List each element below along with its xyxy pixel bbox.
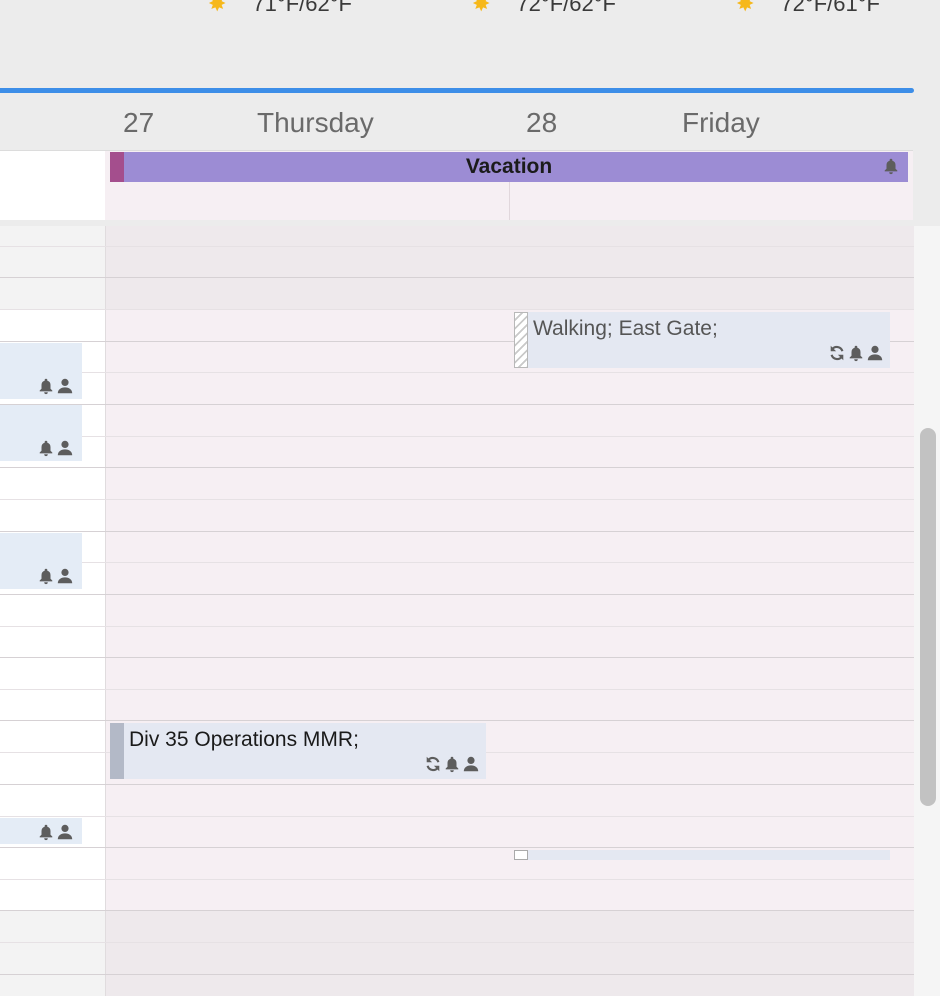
attendees-icon xyxy=(56,377,74,395)
hour-line xyxy=(0,657,914,658)
sun-icon: ✸ xyxy=(472,0,491,16)
attendees-icon xyxy=(56,567,74,585)
bell-icon xyxy=(37,567,55,585)
hour-line xyxy=(0,910,914,911)
event-icons xyxy=(828,344,884,362)
day-date[interactable]: 27 xyxy=(123,107,154,139)
off-hours-shade xyxy=(106,910,914,996)
bell-icon xyxy=(37,823,55,841)
day-name[interactable]: Thursday xyxy=(257,107,374,139)
weather-temp: 71°F/62°F xyxy=(252,0,352,16)
hour-line xyxy=(0,720,914,721)
recurring-icon xyxy=(424,755,442,773)
weather-strip: ✸ 71°F/62°F ✸ 72°F/62°F ✸ 72°F/61°F xyxy=(0,0,940,88)
event-short[interactable] xyxy=(514,850,890,860)
bell-icon xyxy=(882,157,900,175)
calendar-color-stripe xyxy=(110,723,124,779)
calendar-color-stripe xyxy=(110,152,124,182)
bell-icon xyxy=(847,344,865,362)
event-icons xyxy=(37,439,74,457)
allday-left-cell[interactable] xyxy=(0,150,105,221)
hour-line xyxy=(0,277,914,278)
hour-line xyxy=(0,594,914,595)
half-hour-line xyxy=(0,942,914,943)
half-hour-line xyxy=(0,562,914,563)
sun-icon: ✸ xyxy=(736,0,755,16)
half-hour-line xyxy=(0,309,914,310)
bell-icon xyxy=(443,755,461,773)
hour-line xyxy=(0,531,914,532)
attendees-icon xyxy=(866,344,884,362)
tentative-status-stripe xyxy=(514,312,528,368)
event-block[interactable] xyxy=(0,818,82,844)
event-block[interactable] xyxy=(0,343,82,399)
status-marker xyxy=(514,850,528,860)
weather-temp: 72°F/61°F xyxy=(780,0,880,16)
bell-icon xyxy=(37,377,55,395)
event-div35-operations[interactable]: Div 35 Operations MMR; xyxy=(110,723,486,779)
event-title: Vacation xyxy=(465,155,553,178)
hour-line xyxy=(0,784,914,785)
allday-event-vacation[interactable]: Vacation xyxy=(110,152,908,182)
half-hour-line xyxy=(0,246,914,247)
half-hour-line xyxy=(0,626,914,627)
day-divider xyxy=(509,181,510,221)
recurring-icon xyxy=(828,344,846,362)
scrollbar-thumb[interactable] xyxy=(920,428,936,806)
bell-icon xyxy=(37,439,55,457)
hour-line xyxy=(0,847,914,848)
off-hours-shade xyxy=(0,910,105,996)
weather-day-1: ✸ 71°F/62°F xyxy=(208,0,352,16)
off-hours-shade xyxy=(0,226,105,310)
weather-temp: 72°F/62°F xyxy=(516,0,616,16)
hour-line xyxy=(0,404,914,405)
weather-day-3: ✸ 72°F/61°F xyxy=(736,0,880,16)
attendees-icon xyxy=(56,439,74,457)
scrollbar-header-spacer xyxy=(914,93,940,226)
half-hour-line xyxy=(0,816,914,817)
event-icons xyxy=(37,377,74,395)
hour-line xyxy=(0,974,914,975)
event-title: Walking; East Gate; xyxy=(533,317,718,340)
attendees-icon xyxy=(462,755,480,773)
half-hour-line xyxy=(0,372,914,373)
half-hour-line xyxy=(0,879,914,880)
event-icons xyxy=(37,567,74,585)
event-icons xyxy=(37,823,74,841)
event-title: Div 35 Operations MMR; xyxy=(129,728,359,751)
half-hour-line xyxy=(0,689,914,690)
event-block[interactable] xyxy=(0,405,82,461)
half-hour-line xyxy=(0,499,914,500)
hour-line xyxy=(0,467,914,468)
attendees-icon xyxy=(56,823,74,841)
day-header: 27 Thursday 28 Friday xyxy=(0,93,914,150)
event-walking[interactable]: Walking; East Gate; xyxy=(514,312,890,368)
time-grid[interactable]: Walking; East Gate; Div 35 Operations MM… xyxy=(0,226,914,996)
event-block[interactable] xyxy=(0,533,82,589)
off-hours-shade xyxy=(106,226,914,310)
half-hour-line xyxy=(0,436,914,437)
sun-icon: ✸ xyxy=(208,0,227,16)
day-name[interactable]: Friday xyxy=(682,107,760,139)
weather-day-2: ✸ 72°F/62°F xyxy=(472,0,616,16)
day-date[interactable]: 28 xyxy=(526,107,557,139)
event-icons xyxy=(424,755,480,773)
